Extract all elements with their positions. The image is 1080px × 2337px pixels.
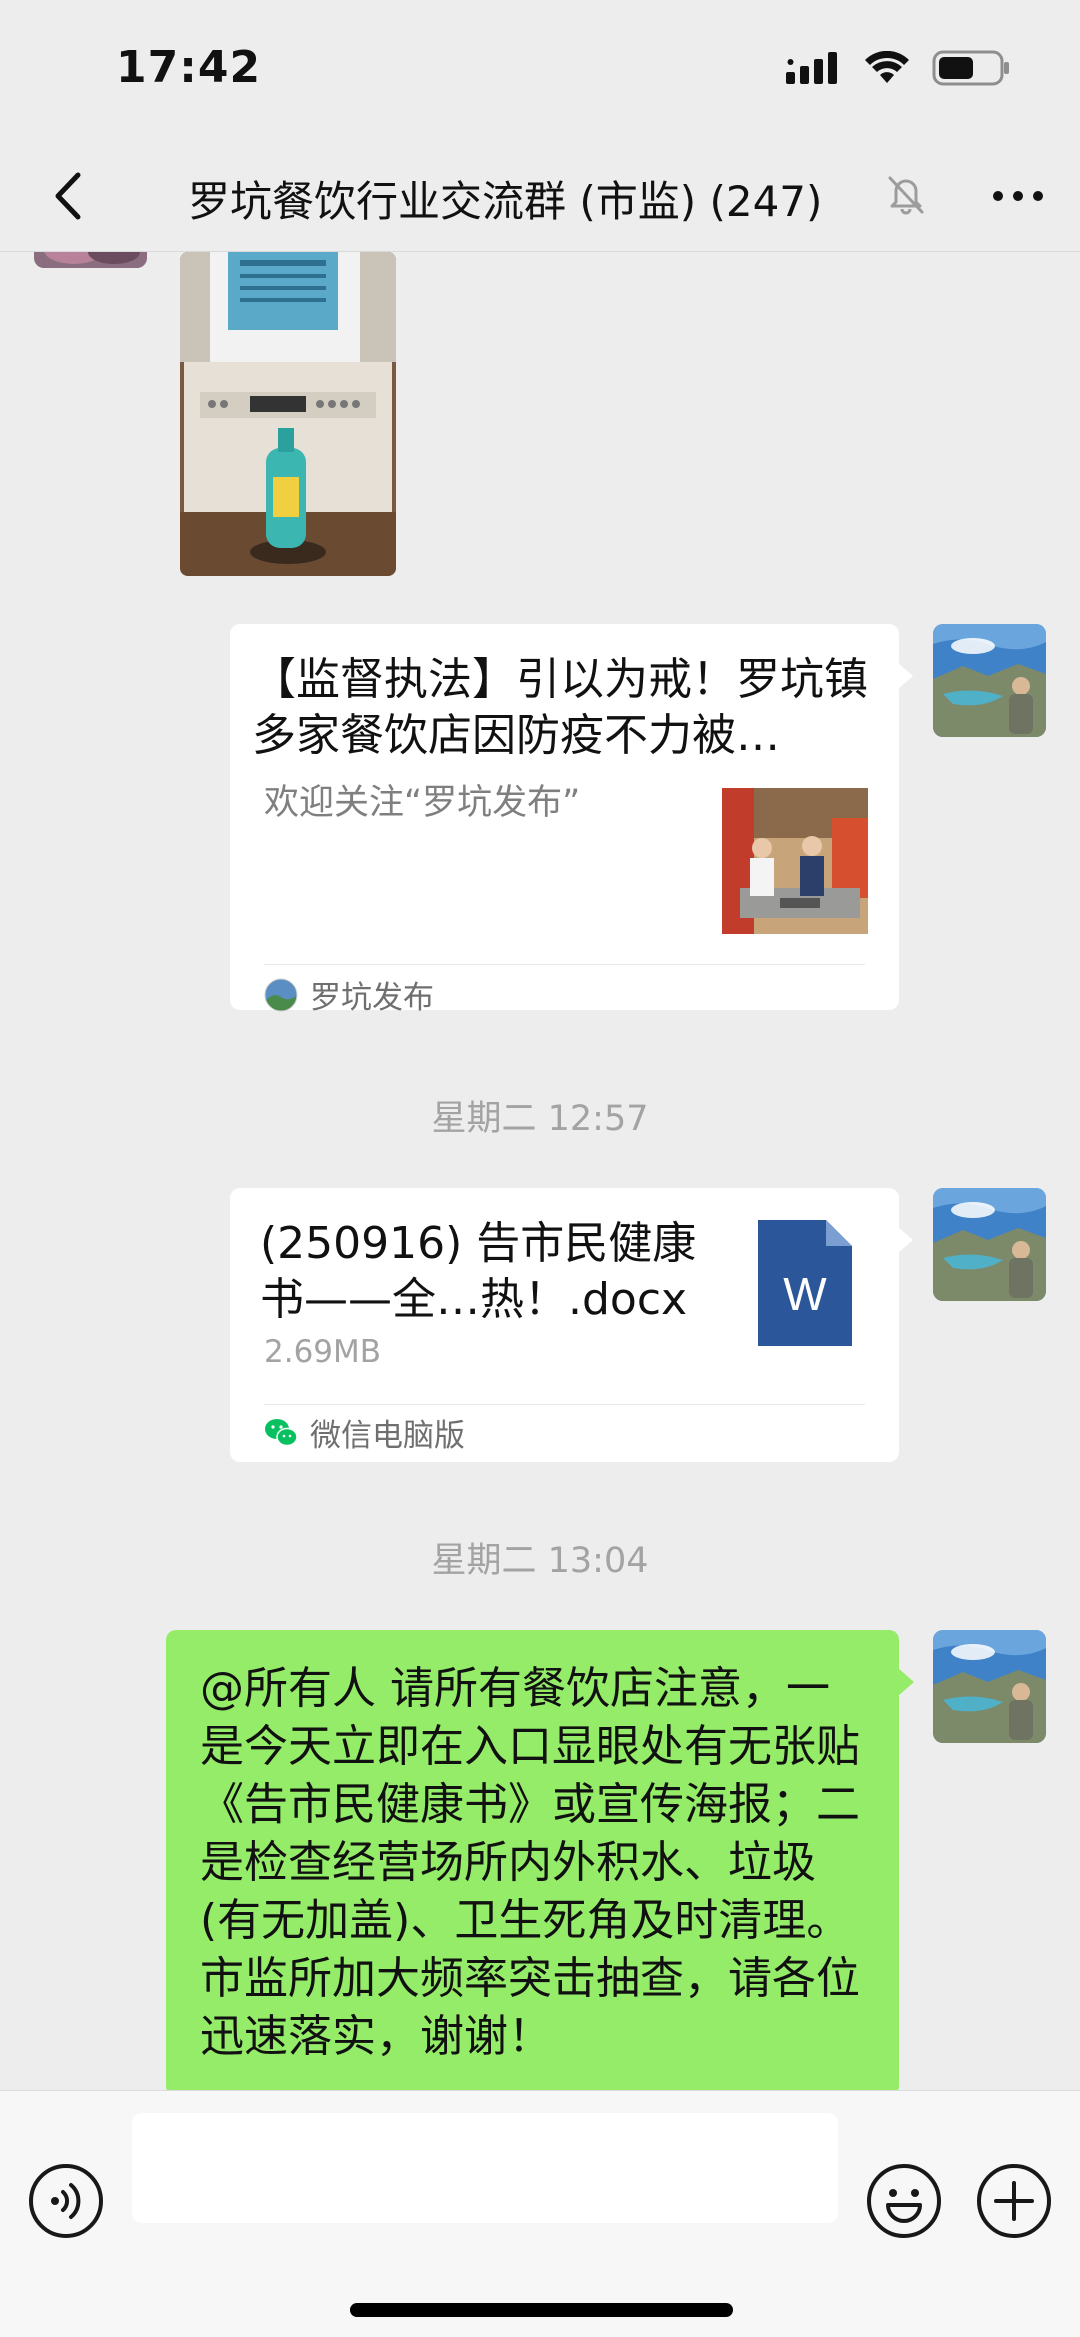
timestamp: 星期二 13:04 — [431, 1541, 649, 1581]
plus-icon[interactable] — [976, 2163, 1052, 2239]
voice-icon[interactable] — [28, 2163, 104, 2239]
status-icons — [786, 50, 1010, 86]
battery-icon — [932, 50, 1009, 86]
bubble-tail — [898, 1668, 914, 1696]
message-input[interactable] — [132, 2113, 838, 2223]
input-bar — [0, 2090, 1080, 2337]
timestamp: 星期二 12:57 — [431, 1099, 649, 1139]
article-description: 欢迎关注“罗坑发布” — [264, 783, 581, 823]
file-card[interactable]: (250916) 告市民健康书——全…热！.docx 2.69MB W 微信电脑… — [230, 1188, 913, 1462]
file-source-name: 微信电脑版 — [310, 1418, 465, 1454]
home-indicator — [350, 2303, 733, 2317]
sender-avatar[interactable] — [34, 252, 147, 268]
official-account-avatar-icon — [264, 978, 298, 1011]
my-avatar[interactable] — [933, 624, 1046, 737]
chevron-left-icon — [55, 172, 81, 220]
card-divider — [264, 964, 865, 965]
back-button[interactable] — [36, 164, 100, 228]
more-dots-icon — [993, 191, 1043, 201]
word-file-icon: W — [758, 1220, 852, 1346]
wifi-icon — [865, 51, 909, 83]
bubble-tail — [897, 1226, 913, 1254]
chat-header: 罗坑餐饮行业交流群 (市监) (247) — [0, 140, 1080, 252]
article-source: 罗坑发布 — [264, 972, 434, 1017]
article-card[interactable]: 【监督执法】引以为戒！罗坑镇多家餐饮店因防疫不力被… 欢迎关注“罗坑发布” 罗坑… — [230, 624, 913, 1016]
photo-message[interactable] — [180, 252, 396, 576]
message-list[interactable]: 【监督执法】引以为戒！罗坑镇多家餐饮店因防疫不力被… 欢迎关注“罗坑发布” 罗坑… — [0, 252, 1080, 2090]
text-message[interactable]: @所有人 请所有餐饮店注意，一是今天立即在入口显眼处有无张贴《告市民健康书》或宣… — [166, 1630, 914, 2090]
svg-text:W: W — [783, 1268, 827, 1320]
file-name: (250916) 告市民健康书——全…热！.docx — [260, 1218, 697, 1325]
article-title: 【监督执法】引以为戒！罗坑镇多家餐饮店因防疫不力被… — [252, 654, 868, 761]
emoji-icon[interactable] — [866, 2163, 942, 2239]
message-text: @所有人 请所有餐饮店注意，一是今天立即在入口显眼处有无张贴《告市民健康书》或宣… — [200, 1663, 860, 2062]
file-size: 2.69MB — [264, 1334, 382, 1370]
bell-slash-icon — [888, 176, 924, 215]
file-source: 微信电脑版 — [264, 1410, 465, 1455]
my-avatar[interactable] — [933, 1188, 1046, 1301]
chat-title: 罗坑餐饮行业交流群 (市监) (247) — [188, 177, 823, 226]
more-button[interactable] — [986, 170, 1050, 222]
signal-icon — [786, 52, 837, 84]
status-time: 17:42 — [116, 42, 262, 93]
bubble-tail — [897, 662, 913, 690]
article-source-name: 罗坑发布 — [310, 980, 434, 1016]
article-thumbnail — [722, 788, 868, 934]
status-bar: 17:42 — [0, 0, 1080, 140]
my-avatar[interactable] — [933, 1630, 1046, 1743]
chat-screen: 17:42 罗坑餐饮行业交流群 (市监) (247) 【监督执法】引以为戒！罗坑… — [0, 0, 1080, 2337]
wechat-icon — [265, 1418, 298, 1446]
card-divider — [264, 1404, 865, 1405]
